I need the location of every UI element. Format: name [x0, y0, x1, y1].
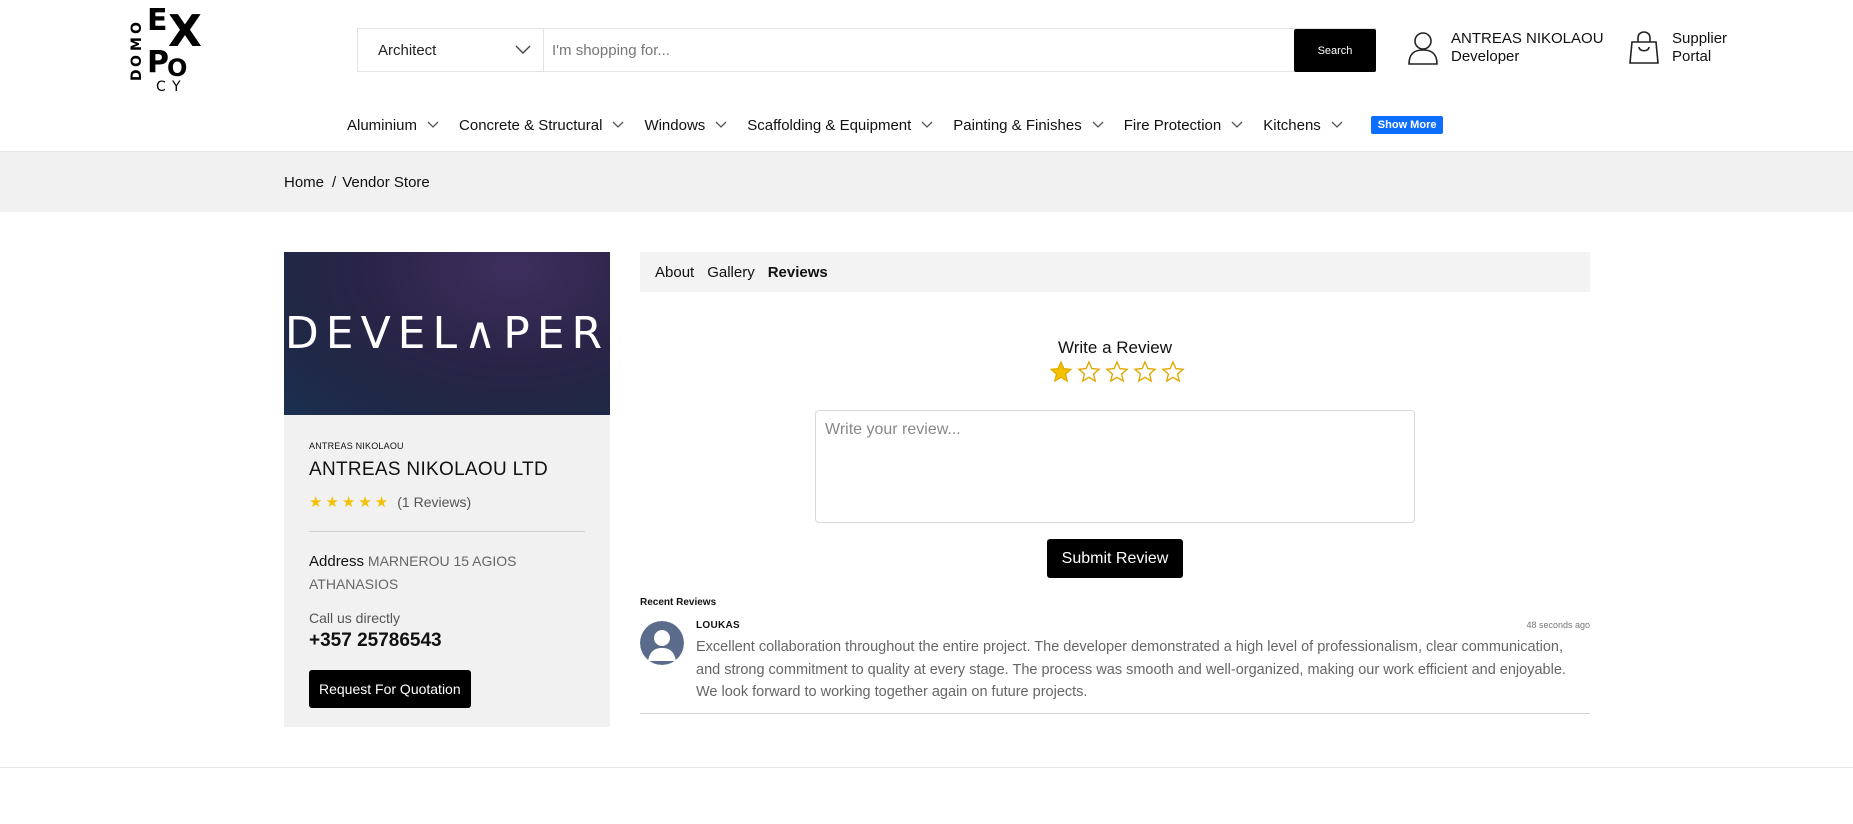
breadcrumb-home[interactable]: Home — [284, 174, 324, 191]
nav-item-windows[interactable]: Windows — [644, 117, 727, 134]
vendor-address: Address MARNEROU 15 AGIOS ATHANASIOS — [309, 550, 585, 596]
breadcrumb-current: Vendor Store — [342, 174, 430, 191]
logo-letter-y: Y — [172, 79, 181, 95]
star-icon-1[interactable] — [1049, 360, 1073, 389]
nav-item-label: Painting & Finishes — [953, 116, 1082, 134]
nav-item-label: Concrete & Structural — [459, 116, 603, 134]
user-icon — [1408, 32, 1438, 65]
star-rating-input — [1049, 360, 1185, 389]
star-icon-4[interactable] — [1133, 360, 1157, 389]
category-nav: Aluminium Concrete & Structural Windows … — [347, 112, 1444, 138]
nav-item-scaffolding[interactable]: Scaffolding & Equipment — [747, 117, 933, 134]
logo-letter-c: C — [156, 79, 166, 95]
vendor-divider — [309, 531, 585, 532]
recent-reviews-heading: Recent Reviews — [640, 597, 717, 608]
review-textarea[interactable] — [815, 410, 1415, 523]
category-select-value: Architect — [378, 41, 437, 59]
vendor-owner: ANTREAS NIKOLAOU — [309, 441, 404, 451]
vendor-review-count[interactable]: (1 Reviews) — [397, 494, 471, 510]
search-input[interactable] — [544, 29, 1294, 71]
address-label: Address — [309, 553, 365, 570]
shopping-bag-icon — [1629, 31, 1659, 64]
logo-letter-e: E — [147, 3, 168, 38]
search-bar: Architect Search — [357, 28, 1376, 72]
default-avatar-icon — [640, 621, 684, 665]
nav-item-concrete[interactable]: Concrete & Structural — [459, 117, 624, 134]
supplier-portal-line1: Supplier — [1672, 30, 1728, 47]
vendor-phone[interactable]: +357 25786543 — [309, 630, 585, 652]
nav-item-label: Windows — [644, 116, 706, 134]
footer-divider — [0, 767, 1853, 768]
vendor-rating: ★★★★★ (1 Reviews) — [309, 493, 585, 511]
vendor-card: DEVEL∧PER ANTREAS NIKOLAOU ANTREAS NIKOL… — [284, 252, 610, 727]
chevron-down-icon — [1231, 121, 1243, 128]
chevron-down-icon — [427, 121, 439, 128]
chevron-down-icon — [612, 121, 624, 128]
nav-item-label: Scaffolding & Equipment — [747, 116, 912, 134]
breadcrumb: Home / Vendor Store — [284, 174, 430, 191]
supplier-portal-link[interactable]: Supplier Portal — [1628, 30, 1727, 66]
nav-item-aluminium[interactable]: Aluminium — [347, 117, 439, 134]
review-item: LOUKAS 48 seconds ago Excellent collabor… — [640, 618, 1590, 714]
logo-letter-m: M — [129, 37, 145, 51]
nav-item-fire-protection[interactable]: Fire Protection — [1124, 117, 1244, 134]
breadcrumb-separator: / — [332, 174, 337, 191]
nav-item-label: Fire Protection — [1123, 116, 1222, 134]
breadcrumb-bar: Home / Vendor Store — [0, 152, 1853, 212]
account-name: ANTREAS NIKOLAOU — [1451, 30, 1604, 47]
nav-item-kitchens[interactable]: Kitchens — [1263, 117, 1343, 134]
star-icon-3[interactable] — [1105, 360, 1129, 389]
supplier-portal-line2: Portal — [1672, 48, 1712, 65]
star-icon-5[interactable] — [1161, 360, 1185, 389]
nav-item-label: Aluminium — [347, 116, 418, 134]
logo-letter-o2: O — [129, 22, 145, 34]
submit-review-button[interactable]: Submit Review — [1047, 539, 1183, 578]
review-author: LOUKAS — [696, 620, 741, 631]
request-quotation-button[interactable]: Request For Quotation — [309, 670, 471, 708]
category-select[interactable]: Architect — [358, 29, 544, 71]
chevron-down-icon — [921, 121, 933, 128]
star-rating-icon: ★★★★★ — [309, 494, 392, 511]
tab-reviews[interactable]: Reviews — [768, 264, 828, 281]
avatar — [640, 621, 684, 665]
write-review-title: Write a Review — [1058, 338, 1172, 357]
tab-gallery[interactable]: Gallery — [707, 264, 755, 281]
review-timestamp: 48 seconds ago — [1526, 620, 1590, 630]
review-text: Excellent collaboration throughout the e… — [696, 639, 1566, 700]
site-logo[interactable]: D O M O E X P O C Y — [129, 3, 230, 100]
logo-letter-x: X — [168, 6, 202, 57]
account-role: Developer — [1451, 48, 1520, 65]
vendor-company-name: ANTREAS NIKOLAOU LTD — [309, 459, 548, 480]
star-icon-2[interactable] — [1077, 360, 1101, 389]
tab-about[interactable]: About — [655, 264, 694, 281]
nav-item-label: Kitchens — [1263, 116, 1321, 134]
chevron-down-icon — [515, 45, 531, 54]
chevron-down-icon — [715, 121, 727, 128]
logo-letter-d: D — [129, 69, 145, 81]
chevron-down-icon — [1331, 121, 1343, 128]
logo-letter-p: P — [147, 45, 169, 80]
vendor-banner-logo: DEVEL∧PER — [284, 308, 610, 359]
vendor-tabs: About Gallery Reviews — [640, 252, 1590, 292]
logo-letter-o: O — [129, 55, 145, 67]
search-button[interactable]: Search — [1294, 29, 1376, 72]
show-more-button[interactable]: Show More — [1370, 116, 1444, 134]
chevron-down-icon — [1092, 121, 1104, 128]
account-menu[interactable]: ANTREAS NIKOLAOU Developer — [1407, 30, 1604, 66]
logo-letter-o3: O — [167, 54, 188, 82]
call-label: Call us directly — [309, 610, 401, 626]
nav-item-painting[interactable]: Painting & Finishes — [953, 116, 1104, 134]
vendor-banner-image: DEVEL∧PER — [284, 252, 610, 415]
